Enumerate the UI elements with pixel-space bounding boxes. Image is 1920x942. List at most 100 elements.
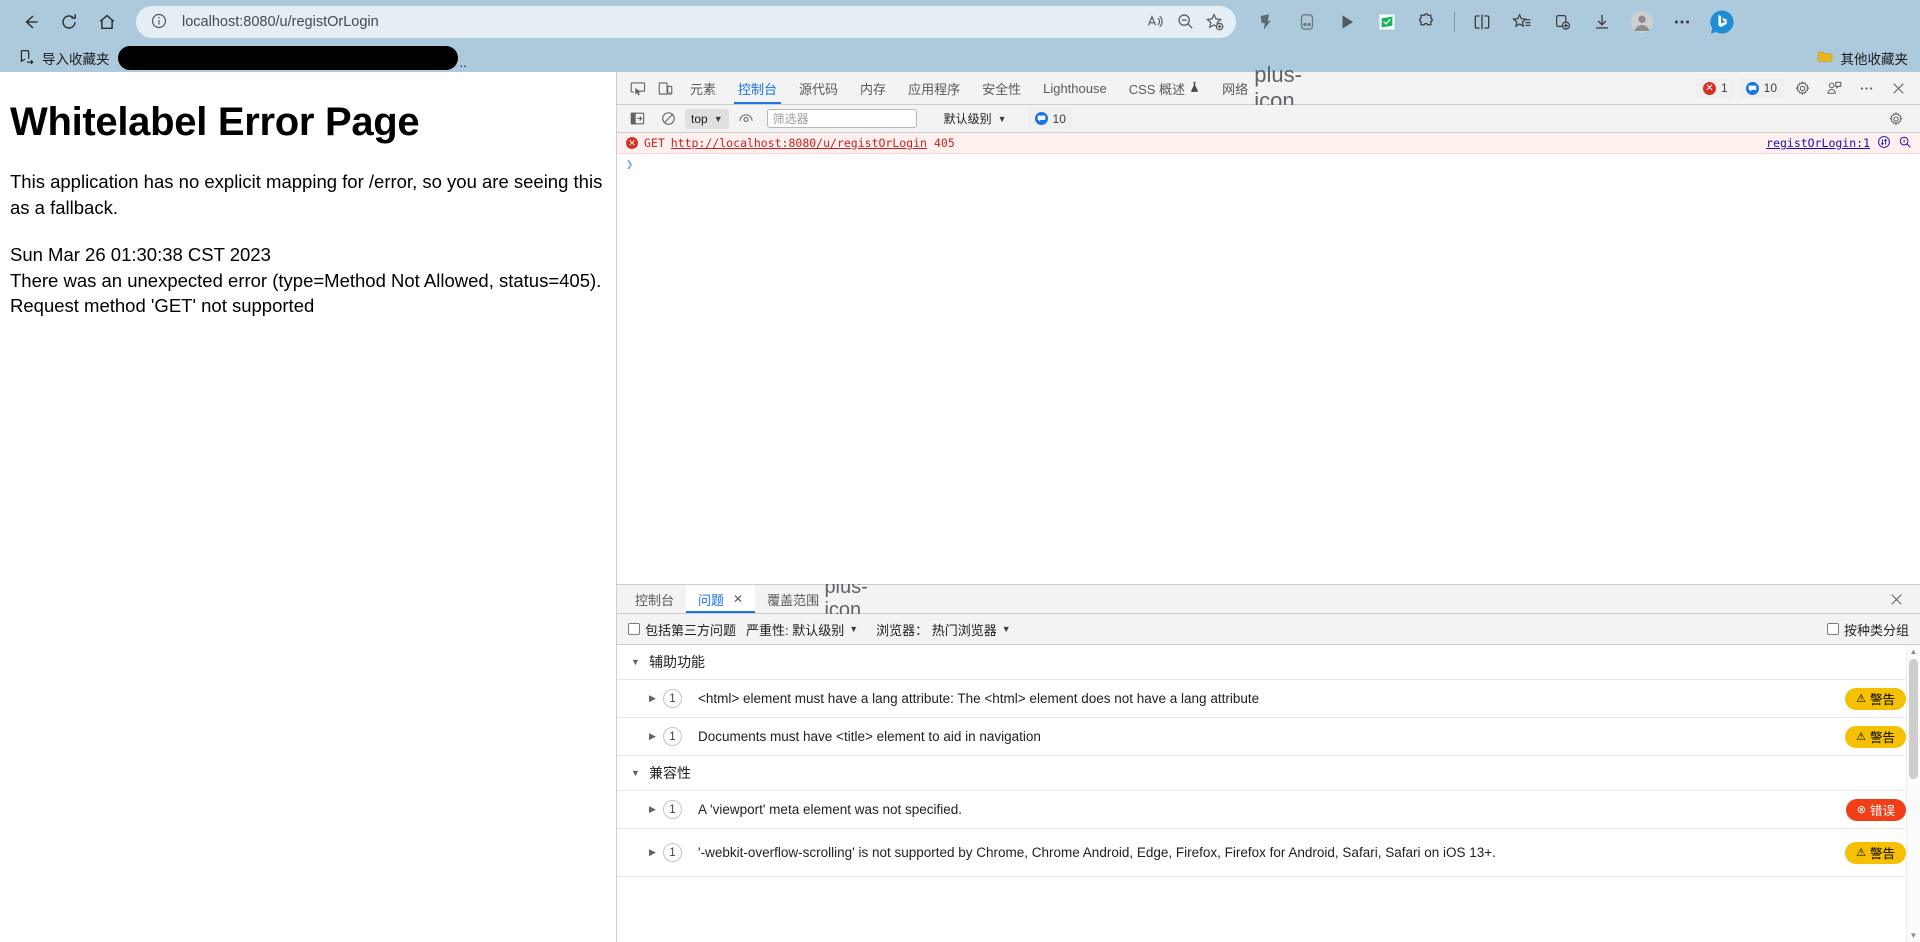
chevron-down-icon[interactable]: ▼	[631, 768, 643, 778]
response-status: 405	[933, 136, 955, 150]
extensions-puzzle-icon[interactable]	[1408, 5, 1446, 39]
toolbar-divider	[1454, 11, 1455, 32]
console-error-message[interactable]: ✕ GET http://localhost:8080/u/registOrLo…	[617, 133, 1920, 154]
tab-sources[interactable]: 源代码	[788, 72, 849, 104]
source-link[interactable]: registOrLogin:1	[1766, 136, 1870, 150]
clear-console-icon[interactable]	[654, 105, 682, 132]
error-circle-icon: ⊗	[1856, 804, 1866, 816]
warning-triangle-icon: ⚠	[1856, 693, 1866, 705]
issue-group-name: 辅助功能	[649, 654, 705, 670]
chevron-right-icon[interactable]: ▶	[649, 847, 663, 858]
console-filter-input[interactable]	[766, 109, 917, 128]
tab-application[interactable]: 应用程序	[897, 72, 971, 104]
experiment-flask-icon	[1189, 81, 1200, 96]
address-bar[interactable]: localhost:8080/u/registOrLogin	[136, 5, 1236, 38]
chevron-down-icon: ▼	[713, 113, 723, 124]
bing-copilot-icon[interactable]	[1703, 5, 1741, 39]
drawer-tabbar: 控制台 问题 ✕ 覆盖范围 plus-icon	[617, 576, 1920, 621]
device-toolbar-icon[interactable]	[651, 75, 679, 102]
browser-essentials-icon[interactable]	[1288, 5, 1326, 39]
issue-group-header[interactable]: ▼ 辅助功能	[617, 645, 1920, 680]
chevron-right-icon[interactable]: ▶	[649, 693, 663, 704]
settings-more-icon[interactable]	[1663, 5, 1701, 39]
error-count-label: 1	[1720, 81, 1728, 95]
console-toolbar-actions	[1882, 105, 1914, 132]
address-input[interactable]: localhost:8080/u/registOrLogin	[182, 14, 1140, 30]
read-aloud-icon[interactable]	[1140, 8, 1170, 36]
import-favorites-button[interactable]: 导入收藏夹	[12, 46, 116, 70]
issue-item[interactable]: ▶ 1 '-webkit-overflow-scrolling' is not …	[617, 829, 1920, 877]
plus-icon[interactable]: plus-icon	[824, 576, 867, 621]
other-favorites-label: 其他收藏夹	[1840, 51, 1909, 67]
plus-icon[interactable]: plus-icon	[1254, 62, 1302, 113]
console-input-prompt[interactable]: ❯	[617, 154, 1920, 174]
tab-memory[interactable]: 内存	[849, 72, 897, 104]
info-circle-icon[interactable]	[150, 12, 170, 32]
collections-icon[interactable]	[1248, 5, 1286, 39]
group-by-kind-checkbox[interactable]: 按种类分组	[1826, 620, 1909, 639]
tab-lighthouse[interactable]: Lighthouse	[1032, 72, 1118, 104]
feedback-icon[interactable]	[1820, 75, 1848, 102]
more-options-icon[interactable]	[1852, 75, 1880, 102]
browser-filter-select[interactable]: 浏览器： 热门浏览器 ▼	[876, 620, 1011, 639]
close-icon[interactable]: ✕	[733, 592, 743, 606]
scroll-down-arrow-icon[interactable]: ▼	[1910, 931, 1918, 940]
extension-green-icon[interactable]	[1368, 5, 1406, 39]
message-dot-icon	[1745, 81, 1759, 95]
issue-group-name: 兼容性	[649, 765, 691, 781]
drawer-tab-issues[interactable]: 问题 ✕	[686, 585, 756, 613]
request-method: GET	[644, 136, 665, 150]
add-favorite-icon[interactable]	[1200, 8, 1230, 36]
gear-icon[interactable]	[1788, 75, 1816, 102]
issue-item[interactable]: ▶ 1 Documents must have <title> element …	[617, 718, 1920, 756]
execution-context-selector[interactable]: top ▼	[685, 108, 729, 129]
downloads-icon[interactable]	[1583, 5, 1621, 39]
zoom-out-icon[interactable]	[1170, 8, 1200, 36]
chevron-right-icon[interactable]: ▶	[649, 731, 663, 742]
tab-css-overview[interactable]: CSS 概述	[1118, 72, 1211, 104]
console-log-level-selector[interactable]: 默认级别 ▼	[938, 109, 1013, 129]
tab-network[interactable]: 网络	[1211, 72, 1259, 104]
issue-item[interactable]: ▶ 1 A 'viewport' meta element was not sp…	[617, 791, 1920, 829]
checkbox-box[interactable]	[1826, 623, 1839, 635]
include-third-party-checkbox[interactable]: 包括第三方问题	[628, 620, 736, 639]
request-url-link[interactable]: http://localhost:8080/u/registOrLogin	[671, 136, 927, 150]
split-screen-icon[interactable]	[1463, 5, 1501, 39]
chevron-down-icon[interactable]: ▼	[631, 657, 643, 667]
issue-item[interactable]: ▶ 1 <html> element must have a lang attr…	[617, 680, 1920, 718]
back-icon[interactable]	[12, 5, 50, 39]
issue-count-badge: 1	[663, 689, 682, 708]
tab-elements[interactable]: 元素	[679, 72, 727, 104]
inspect-element-icon[interactable]	[623, 75, 651, 102]
drawer-tab-console[interactable]: 控制台	[623, 585, 686, 613]
search-in-network-icon[interactable]	[1898, 135, 1912, 152]
media-play-icon[interactable]	[1328, 5, 1366, 39]
home-icon[interactable]	[88, 5, 126, 39]
issues-scrollbar[interactable]: ▲ ▼	[1906, 645, 1920, 942]
scrollbar-thumb[interactable]	[1909, 659, 1918, 779]
severity-label: 警告	[1869, 847, 1895, 861]
drawer-tab-coverage[interactable]: 覆盖范围	[755, 585, 831, 613]
issue-group-header[interactable]: ▼ 兼容性	[617, 756, 1920, 791]
scroll-up-arrow-icon[interactable]: ▲	[1910, 647, 1918, 656]
close-icon[interactable]	[1884, 75, 1912, 102]
close-icon[interactable]	[1882, 586, 1910, 613]
live-expression-icon[interactable]	[732, 105, 760, 132]
favorites-icon[interactable]	[1503, 5, 1541, 39]
request-details-icon[interactable]	[1877, 135, 1891, 152]
refresh-icon[interactable]	[50, 5, 88, 39]
gear-icon[interactable]	[1882, 105, 1910, 132]
console-sidebar-icon[interactable]	[623, 105, 651, 132]
add-tab-group-icon[interactable]	[1543, 5, 1581, 39]
chevron-right-icon[interactable]: ▶	[649, 804, 663, 815]
error-count-chip[interactable]: ✕ 1	[1695, 77, 1735, 99]
profile-avatar-icon[interactable]	[1623, 5, 1661, 39]
severity-filter-select[interactable]: 严重性: 默认级别 ▼	[746, 620, 858, 639]
other-favorites-button[interactable]: 其他收藏夹	[1817, 48, 1909, 68]
tab-console[interactable]: 控制台	[727, 72, 788, 104]
issues-filter-right: 按种类分组	[1826, 620, 1909, 639]
tab-security[interactable]: 安全性	[971, 72, 1032, 104]
checkbox-box[interactable]	[628, 623, 640, 635]
warning-count-chip[interactable]: 10	[1738, 77, 1784, 99]
console-message-count-chip[interactable]: 10	[1027, 108, 1073, 129]
